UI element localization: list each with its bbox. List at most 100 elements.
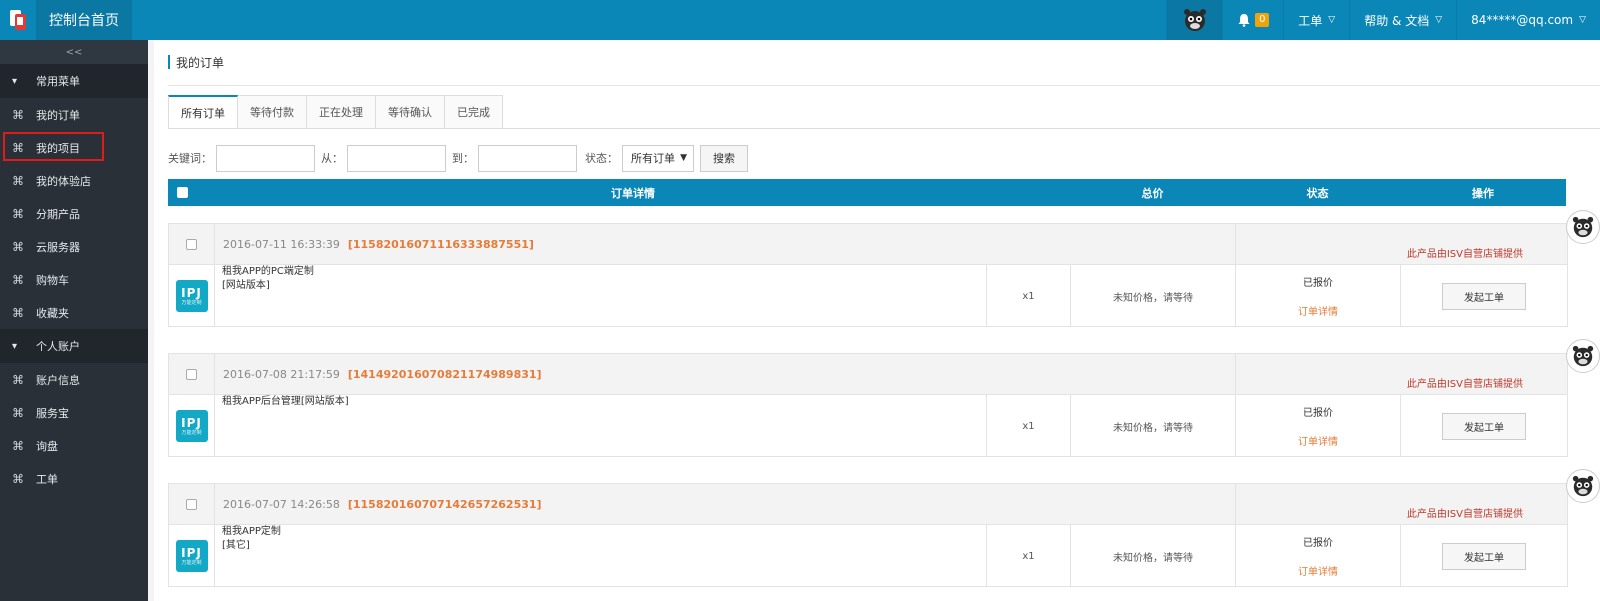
command-icon: ⌘ xyxy=(12,305,24,320)
sidebar-item-inquiry[interactable]: ⌘ 询盘 xyxy=(0,429,148,462)
divider xyxy=(1235,354,1236,395)
header-total: 总价 xyxy=(1141,186,1164,200)
product-name[interactable]: 租我APP定制 xyxy=(222,525,281,539)
order-number[interactable]: [11582016071116333887551] xyxy=(348,238,534,251)
product-name[interactable]: 租我APP后台管理[网站版本] xyxy=(222,395,349,409)
sidebar-item-experience-store[interactable]: ⌘ 我的体验店 xyxy=(0,164,148,197)
title-accent-bar xyxy=(168,55,170,69)
sidebar-item-my-projects[interactable]: ⌘ 我的项目 xyxy=(0,131,148,164)
order-number[interactable]: [14149201607082117498983​1] xyxy=(348,368,542,381)
sidebar-item-favorites[interactable]: ⌘ 收藏夹 xyxy=(0,296,148,329)
sidebar-item-my-orders[interactable]: ⌘ 我的订单 xyxy=(0,98,148,131)
main-content: 我的订单 所有订单 等待付款 正在处理 等待确认 已完成 关键词： 从： 到： … xyxy=(154,40,1600,601)
brand-logo-icon xyxy=(10,10,26,30)
order-header: 2016-07-08 21:17:59 [1414920160708211749… xyxy=(169,354,1567,395)
mascot-icon xyxy=(1572,216,1594,238)
bell-icon xyxy=(1238,14,1250,27)
ticket-menu-label: 工单 xyxy=(1298,13,1323,28)
tab-awaiting-confirmation[interactable]: 等待确认 xyxy=(376,95,445,129)
command-icon: ⌘ xyxy=(12,107,24,122)
product-logo[interactable]: IPJ 万能定制 xyxy=(175,280,208,312)
order-status: 已报价 xyxy=(1303,408,1333,419)
header-status: 状态 xyxy=(1306,186,1329,200)
tab-processing[interactable]: 正在处理 xyxy=(307,95,376,129)
help-docs-menu[interactable]: 帮助 & 文档 ▽ xyxy=(1349,0,1456,40)
keyword-input[interactable] xyxy=(216,144,315,172)
tab-completed[interactable]: 已完成 xyxy=(445,95,503,129)
page-title: 我的订单 xyxy=(168,54,224,70)
sidebar-item-label: 分期产品 xyxy=(36,207,80,221)
floating-helper-button[interactable] xyxy=(1566,339,1600,373)
order-detail-link[interactable]: 订单详情 xyxy=(1298,563,1338,578)
order-checkbox[interactable] xyxy=(186,369,197,380)
product-logo[interactable]: IPJ 万能定制 xyxy=(175,410,208,442)
sidebar-item-service-treasure[interactable]: ⌘ 服务宝 xyxy=(0,396,148,429)
status-select[interactable]: 所有订单 ▼ xyxy=(622,144,694,172)
product-name-cell: 租我APP定制 [其它] xyxy=(215,525,987,587)
sidebar-item-account-info[interactable]: ⌘ 账户信息 xyxy=(0,363,148,396)
create-ticket-button[interactable]: 发起工单 xyxy=(1442,412,1526,440)
order-number[interactable]: [11582016070714265726253​1] xyxy=(348,498,542,511)
console-home-link[interactable]: 控制台首页 xyxy=(36,0,132,40)
divider xyxy=(1235,484,1236,525)
order-checkbox[interactable] xyxy=(186,239,197,250)
ticket-menu[interactable]: 工单 ▽ xyxy=(1283,0,1349,40)
product-name[interactable]: 租我APP的PC端定制 xyxy=(222,265,314,279)
sidebar-item-installment-products[interactable]: ⌘ 分期产品 xyxy=(0,197,148,230)
help-docs-label: 帮助 & 文档 xyxy=(1364,13,1430,28)
order-price: 未知价格，请等待 xyxy=(1071,265,1236,327)
user-account-menu[interactable]: 84*****@qq.com ▽ xyxy=(1456,0,1600,40)
create-ticket-button[interactable]: 发起工单 xyxy=(1442,542,1526,570)
brand-logo[interactable] xyxy=(0,0,36,40)
sidebar-item-tickets[interactable]: ⌘ 工单 xyxy=(0,462,148,495)
user-email: 84*****@qq.com xyxy=(1471,13,1574,27)
command-icon: ⌘ xyxy=(12,239,24,254)
command-icon: ⌘ xyxy=(12,173,24,188)
product-logo-subtext: 万能定制 xyxy=(181,299,202,306)
order-status: 已报价 xyxy=(1303,278,1333,289)
sidebar-item-label: 工单 xyxy=(36,472,58,486)
product-logo[interactable]: IPJ 万能定制 xyxy=(175,540,208,572)
product-name-cell: 租我APP后台管理[网站版本] xyxy=(215,395,987,457)
status-label: 状态： xyxy=(585,152,618,165)
status-select-value: 所有订单 xyxy=(631,152,675,165)
product-logo-subtext: 万能定制 xyxy=(181,429,202,436)
sidebar-group-common[interactable]: ▾ 常用菜单 xyxy=(0,64,148,98)
command-icon: ⌘ xyxy=(12,206,24,221)
chevron-down-icon: ▽ xyxy=(1435,15,1443,25)
order-datetime: 2016-07-11 16:33:39 xyxy=(223,238,340,251)
search-button[interactable]: 搜索 xyxy=(700,144,748,172)
orders-table-header: 订单详情 总价 状态 操作 xyxy=(168,179,1566,206)
order-detail-link[interactable]: 订单详情 xyxy=(1298,433,1338,448)
sidebar-group-label: 个人账户 xyxy=(36,340,80,353)
select-all-cell xyxy=(168,179,196,206)
mascot-avatar[interactable] xyxy=(1166,0,1223,40)
date-to-input[interactable] xyxy=(478,144,577,172)
floating-helper-button[interactable] xyxy=(1566,469,1600,503)
notifications-button[interactable]: 0 xyxy=(1222,0,1283,40)
command-icon: ⌘ xyxy=(12,272,24,287)
floating-helper-button[interactable] xyxy=(1566,210,1600,244)
order-checkbox[interactable] xyxy=(186,499,197,510)
tab-all-orders[interactable]: 所有订单 xyxy=(168,95,238,129)
date-from-input[interactable] xyxy=(347,144,446,172)
sidebar-collapse-button[interactable]: << xyxy=(0,40,148,64)
mascot-icon xyxy=(1183,9,1206,31)
top-bar: 控制台首页 0 工单 ▽ 帮助 & 文档 ▽ 84*****@qq.com ▽ xyxy=(0,0,1600,40)
order-action-cell: 发起工单 xyxy=(1401,265,1567,327)
order-price: 未知价格，请等待 xyxy=(1071,525,1236,587)
order-meta: 2016-07-11 16:33:39 [1158201607111633388… xyxy=(223,224,534,265)
from-label: 从： xyxy=(321,152,343,165)
sidebar-item-cart[interactable]: ⌘ 购物车 xyxy=(0,263,148,296)
sidebar-group-account[interactable]: ▾ 个人账户 xyxy=(0,329,148,363)
order-quantity: x1 xyxy=(987,265,1071,327)
to-label: 到： xyxy=(452,152,474,165)
sidebar-item-label: 收藏夹 xyxy=(36,306,69,320)
order-status-cell: 已报价 订单详情 xyxy=(1236,395,1401,457)
chevron-down-icon: ▽ xyxy=(1328,15,1336,25)
tab-awaiting-payment[interactable]: 等待付款 xyxy=(238,95,307,129)
create-ticket-button[interactable]: 发起工单 xyxy=(1442,282,1526,310)
order-detail-link[interactable]: 订单详情 xyxy=(1298,303,1338,318)
sidebar-item-cloud-server[interactable]: ⌘ 云服务器 xyxy=(0,230,148,263)
select-all-checkbox[interactable] xyxy=(176,187,188,198)
